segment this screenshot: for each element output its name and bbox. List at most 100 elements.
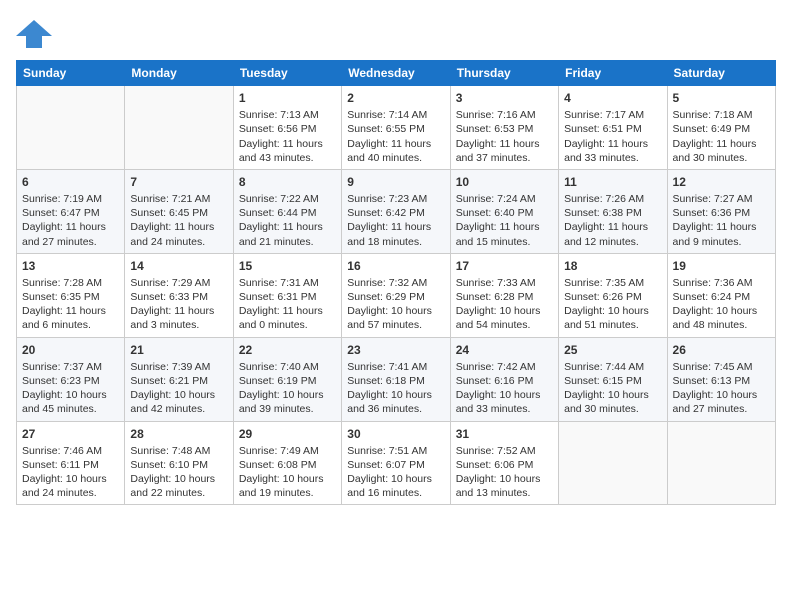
calendar-cell: 3Sunrise: 7:16 AMSunset: 6:53 PMDaylight…: [450, 86, 558, 170]
day-info: Daylight: 10 hours and 51 minutes.: [564, 304, 661, 332]
day-info: Sunset: 6:44 PM: [239, 206, 336, 220]
calendar-cell: 30Sunrise: 7:51 AMSunset: 6:07 PMDayligh…: [342, 421, 450, 505]
calendar-cell: 28Sunrise: 7:48 AMSunset: 6:10 PMDayligh…: [125, 421, 233, 505]
day-info: Sunrise: 7:32 AM: [347, 276, 444, 290]
calendar-cell: 16Sunrise: 7:32 AMSunset: 6:29 PMDayligh…: [342, 253, 450, 337]
day-info: Sunrise: 7:17 AM: [564, 108, 661, 122]
day-info: Sunset: 6:16 PM: [456, 374, 553, 388]
day-number: 25: [564, 342, 661, 358]
day-number: 14: [130, 258, 227, 274]
day-info: Sunset: 6:36 PM: [673, 206, 770, 220]
day-info: Sunrise: 7:18 AM: [673, 108, 770, 122]
day-info: Sunset: 6:42 PM: [347, 206, 444, 220]
day-number: 22: [239, 342, 336, 358]
logo-icon: [16, 16, 52, 52]
calendar-cell: 13Sunrise: 7:28 AMSunset: 6:35 PMDayligh…: [17, 253, 125, 337]
calendar-table: SundayMondayTuesdayWednesdayThursdayFrid…: [16, 60, 776, 505]
day-info: Sunset: 6:21 PM: [130, 374, 227, 388]
day-info: Sunrise: 7:29 AM: [130, 276, 227, 290]
day-info: Sunset: 6:38 PM: [564, 206, 661, 220]
day-info: Sunrise: 7:37 AM: [22, 360, 119, 374]
day-info: Sunrise: 7:49 AM: [239, 444, 336, 458]
day-number: 18: [564, 258, 661, 274]
day-info: Daylight: 10 hours and 22 minutes.: [130, 472, 227, 500]
calendar-cell: [667, 421, 775, 505]
day-info: Sunrise: 7:39 AM: [130, 360, 227, 374]
calendar-cell: 27 Sunrise: 7:46 AMSunset: 6:11 PMDayligh…: [17, 421, 125, 505]
day-number: 27: [22, 426, 119, 442]
calendar-cell: 31Sunrise: 7:52 AMSunset: 6:06 PMDayligh…: [450, 421, 558, 505]
day-info: Sunset: 6:47 PM: [22, 206, 119, 220]
calendar-cell: 19Sunrise: 7:36 AMSunset: 6:24 PMDayligh…: [667, 253, 775, 337]
day-info: Daylight: 10 hours and 42 minutes.: [130, 388, 227, 416]
calendar-cell: 5Sunrise: 7:18 AMSunset: 6:49 PMDaylight…: [667, 86, 775, 170]
day-info: Daylight: 11 hours and 3 minutes.: [130, 304, 227, 332]
day-info: Sunrise: 7:44 AM: [564, 360, 661, 374]
day-info: Sunset: 6:55 PM: [347, 122, 444, 136]
calendar-cell: 14Sunrise: 7:29 AMSunset: 6:33 PMDayligh…: [125, 253, 233, 337]
day-info: Sunset: 6:06 PM: [456, 458, 553, 472]
calendar-cell: 9Sunrise: 7:23 AMSunset: 6:42 PMDaylight…: [342, 169, 450, 253]
day-info: Sunset: 6:11 PM: [22, 458, 119, 472]
calendar-week-row: 20Sunrise: 7:37 AMSunset: 6:23 PMDayligh…: [17, 337, 776, 421]
day-info: Sunset: 6:13 PM: [673, 374, 770, 388]
day-info: Sunrise: 7:28 AM: [22, 276, 119, 290]
day-number: 17: [456, 258, 553, 274]
day-info: Sunrise: 7:24 AM: [456, 192, 553, 206]
day-info: Daylight: 11 hours and 15 minutes.: [456, 220, 553, 248]
calendar-cell: 18Sunrise: 7:35 AMSunset: 6:26 PMDayligh…: [559, 253, 667, 337]
day-info: Sunset: 6:26 PM: [564, 290, 661, 304]
day-number: 15: [239, 258, 336, 274]
day-number: 16: [347, 258, 444, 274]
day-info: Daylight: 11 hours and 9 minutes.: [673, 220, 770, 248]
day-number: 4: [564, 90, 661, 106]
day-header-tuesday: Tuesday: [233, 61, 341, 86]
day-info: Sunset: 6:49 PM: [673, 122, 770, 136]
day-info: Sunset: 6:31 PM: [239, 290, 336, 304]
day-info: Sunrise: 7:14 AM: [347, 108, 444, 122]
day-header-monday: Monday: [125, 61, 233, 86]
day-info: Sunrise: 7:46 AM: [22, 444, 119, 458]
day-number: 21: [130, 342, 227, 358]
calendar-cell: 21 Sunrise: 7:39 AMSunset: 6:21 PMDayligh…: [125, 337, 233, 421]
calendar-cell: 29Sunrise: 7:49 AMSunset: 6:08 PMDayligh…: [233, 421, 341, 505]
day-info: Daylight: 11 hours and 6 minutes.: [22, 304, 119, 332]
day-info: Sunset: 6:56 PM: [239, 122, 336, 136]
day-info: Daylight: 11 hours and 12 minutes.: [564, 220, 661, 248]
day-info: Daylight: 10 hours and 54 minutes.: [456, 304, 553, 332]
day-number: 28: [130, 426, 227, 442]
calendar-cell: 24 Sunrise: 7:42 AMSunset: 6:16 PMDayligh…: [450, 337, 558, 421]
day-info: Daylight: 10 hours and 45 minutes.: [22, 388, 119, 416]
day-number: 1: [239, 90, 336, 106]
day-info: Sunrise: 7:26 AM: [564, 192, 661, 206]
calendar-cell: 2Sunrise: 7:14 AMSunset: 6:55 PMDaylight…: [342, 86, 450, 170]
day-header-sunday: Sunday: [17, 61, 125, 86]
day-info: Sunset: 6:19 PM: [239, 374, 336, 388]
day-info: Sunrise: 7:48 AM: [130, 444, 227, 458]
day-info: Sunrise: 7:51 AM: [347, 444, 444, 458]
day-number: 19: [673, 258, 770, 274]
day-info: Daylight: 10 hours and 27 minutes.: [673, 388, 770, 416]
day-number: 7: [130, 174, 227, 190]
day-number: 29: [239, 426, 336, 442]
day-info: Sunrise: 7:42 AM: [456, 360, 553, 374]
calendar-cell: 11Sunrise: 7:26 AMSunset: 6:38 PMDayligh…: [559, 169, 667, 253]
day-number: 24: [456, 342, 553, 358]
calendar-week-row: 1Sunrise: 7:13 AMSunset: 6:56 PMDaylight…: [17, 86, 776, 170]
day-info: Daylight: 10 hours and 36 minutes.: [347, 388, 444, 416]
day-info: Sunset: 6:28 PM: [456, 290, 553, 304]
day-number: 20: [22, 342, 119, 358]
day-info: Sunrise: 7:33 AM: [456, 276, 553, 290]
day-info: Sunrise: 7:41 AM: [347, 360, 444, 374]
day-info: Daylight: 10 hours and 33 minutes.: [456, 388, 553, 416]
calendar-cell: 17 Sunrise: 7:33 AMSunset: 6:28 PMDayligh…: [450, 253, 558, 337]
day-info: Sunrise: 7:40 AM: [239, 360, 336, 374]
day-info: Sunrise: 7:16 AM: [456, 108, 553, 122]
calendar-cell: [559, 421, 667, 505]
logo: [16, 16, 56, 52]
day-info: Daylight: 10 hours and 30 minutes.: [564, 388, 661, 416]
day-info: Daylight: 10 hours and 24 minutes.: [22, 472, 119, 500]
calendar-cell: 12Sunrise: 7:27 AMSunset: 6:36 PMDayligh…: [667, 169, 775, 253]
day-info: Daylight: 10 hours and 39 minutes.: [239, 388, 336, 416]
day-info: Sunrise: 7:19 AM: [22, 192, 119, 206]
